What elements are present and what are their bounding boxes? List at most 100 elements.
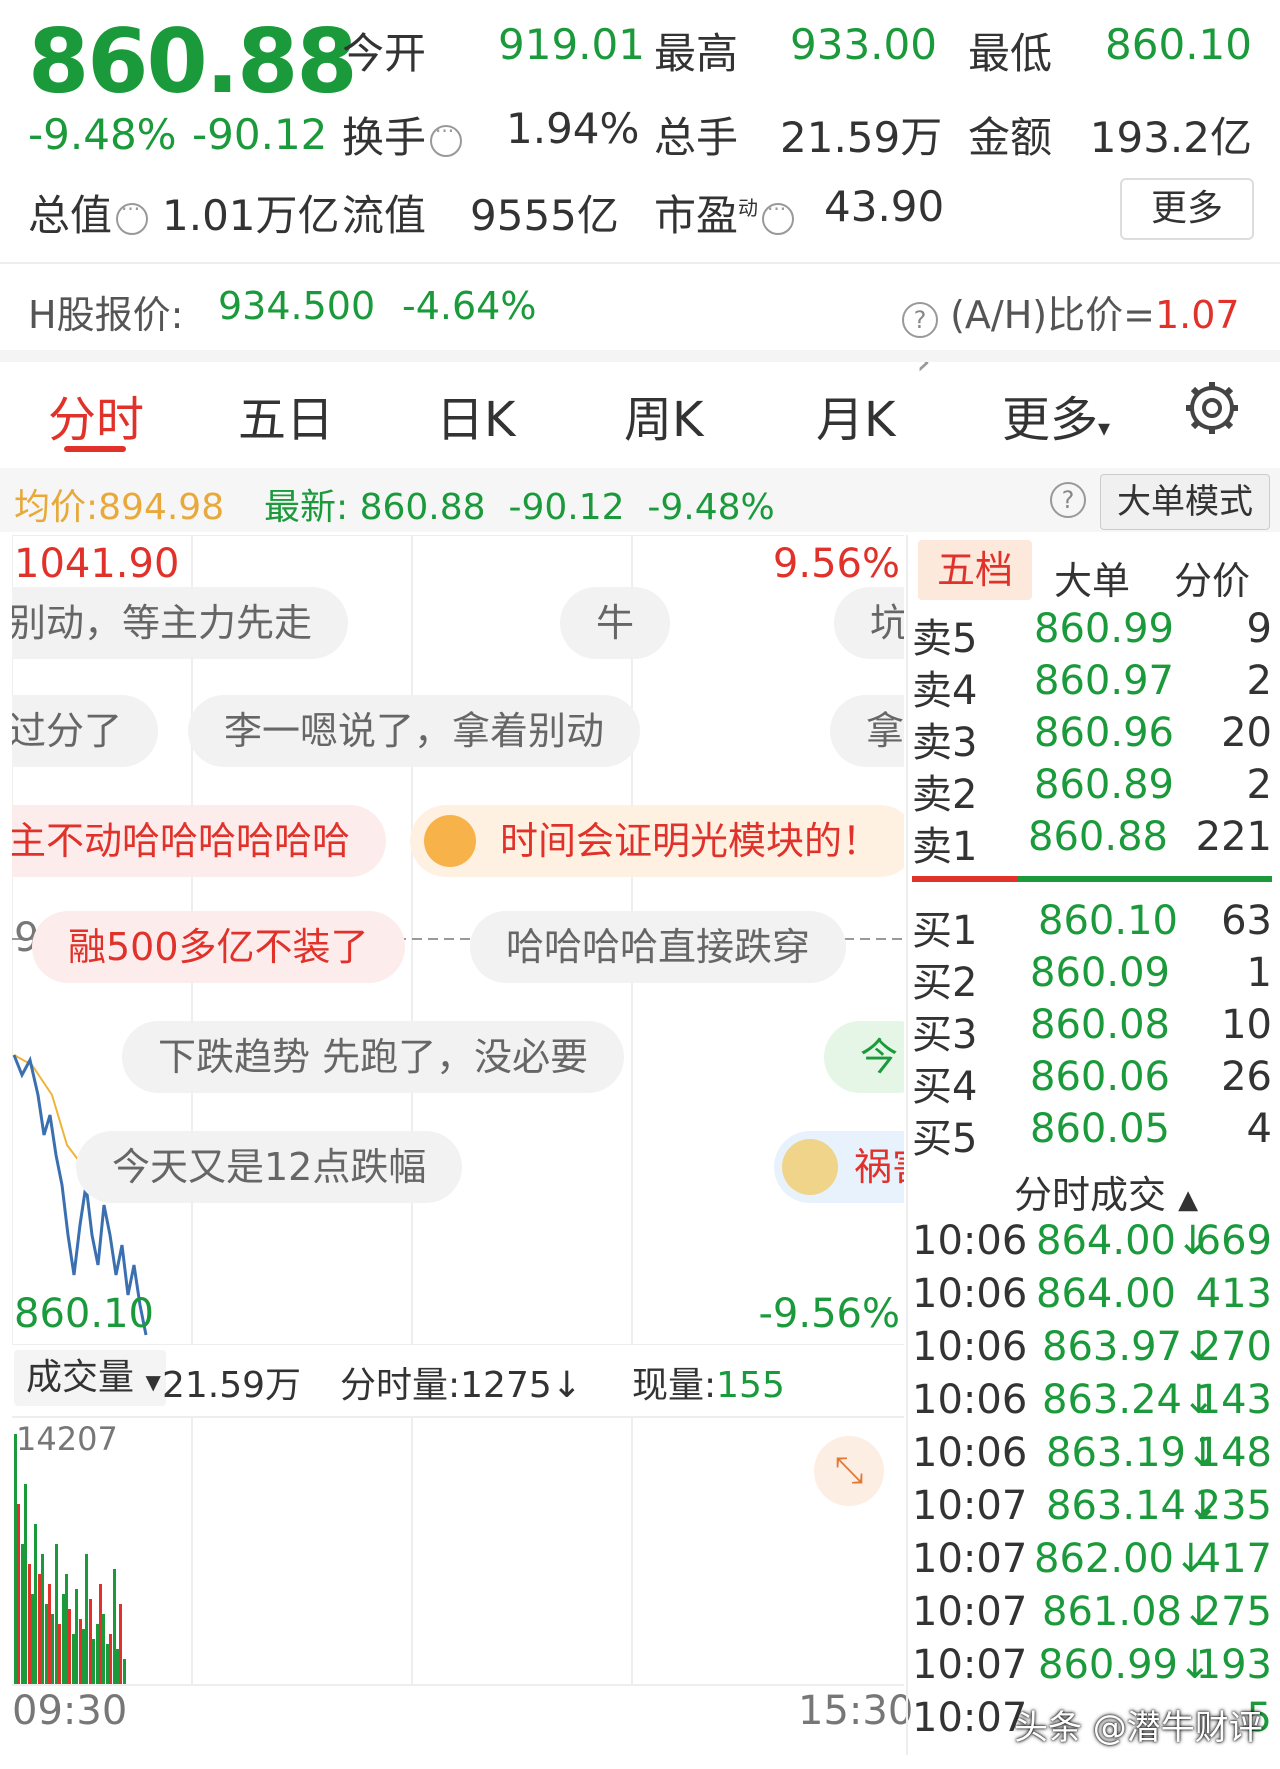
expand-icon[interactable]: ⤡ — [814, 1436, 884, 1506]
low-label: 最低 — [968, 29, 1053, 78]
amount-value: 193.2亿 — [1089, 113, 1252, 162]
volume-total: 21.59万 — [162, 1365, 302, 1406]
info-dots-icon[interactable] — [116, 197, 149, 235]
trade-row: 10:07 861.08↓ 275 — [912, 1589, 1272, 1635]
avatar-icon — [424, 815, 476, 867]
comment-bubble[interactable]: 拿 — [830, 695, 904, 767]
help-icon[interactable]: ? — [902, 302, 938, 338]
ratio-bar-buy — [1018, 876, 1272, 882]
ask-row[interactable]: 卖4 860.97 2 — [912, 658, 1272, 714]
panel-divider — [906, 535, 908, 1755]
divider — [0, 262, 1280, 264]
comment-bubble[interactable]: 主不动哈哈哈哈哈哈 — [12, 805, 387, 877]
caret-up-icon: ▲ — [1178, 1185, 1199, 1215]
tab-weekly-k[interactable]: 周K — [624, 380, 703, 450]
trades-title[interactable]: 分时成交 ▲ — [1014, 1164, 1198, 1219]
comment-bubble[interactable]: 牛 — [560, 587, 671, 659]
volume-label: 总手 — [654, 113, 739, 162]
comment-bubble[interactable]: 下跌趋势 先跑了，没必要 — [122, 1021, 625, 1093]
current-price: 860.88 — [28, 10, 358, 113]
chart-min-price: 860.10 — [14, 1291, 154, 1337]
comment-bubble[interactable]: 今天又是12点跌幅 — [76, 1131, 463, 1203]
ah-ratio[interactable]: ? (A/H)比价=1.07 › — [902, 284, 1280, 383]
pe-label[interactable]: 市盈动 — [654, 182, 795, 243]
comment-layer: 别动，等主力先走 牛 坑 过分了 李一嗯说了，拿着别动 拿 主不动哈哈哈哈哈哈 … — [12, 535, 904, 1295]
big-order-mode-button[interactable]: 大单模式 — [1100, 474, 1270, 530]
intraday-chart[interactable]: 1041.90 9.56% 951.00 860.10 -9.56% 别动，等主… — [12, 535, 904, 1345]
last-price: 最新: 860.88 -90.12 -9.48% — [264, 487, 775, 528]
comment-bubble[interactable]: 祸害 — [774, 1131, 904, 1203]
ask-row[interactable]: 卖2 860.89 2 — [912, 762, 1272, 818]
float-label: 流值 — [342, 191, 427, 240]
volume-selector[interactable]: 成交量 ▼ — [14, 1350, 166, 1406]
avatar-icon — [782, 1139, 838, 1195]
ratio-bar-sell — [912, 876, 1018, 882]
float-value: 9555亿 — [470, 191, 619, 240]
ask-row[interactable]: 卖1 860.88 221 — [912, 814, 1272, 870]
low-value: 860.10 — [1105, 20, 1252, 69]
bid-row[interactable]: 买4 860.06 26 — [912, 1054, 1272, 1110]
turnover-label[interactable]: 换手 — [342, 104, 463, 165]
trade-row: 10:06 864.00↓ 669 — [912, 1218, 1272, 1264]
volume-bar — [122, 1659, 126, 1684]
open-value: 919.01 — [498, 20, 645, 69]
trade-row: 10:06 863.24↓ 143 — [912, 1377, 1272, 1423]
ask-row[interactable]: 卖3 860.96 20 — [912, 710, 1272, 766]
chart-min-pct: -9.56% — [758, 1291, 900, 1337]
watermark: 头条 @潜牛财评 — [1014, 1708, 1263, 1748]
tab-five-levels[interactable]: 五档 — [918, 540, 1032, 600]
turnover-value: 1.94% — [506, 104, 640, 153]
bid-row[interactable]: 买2 860.09 1 — [912, 950, 1272, 1006]
comment-bubble[interactable]: 时间会证明光模块的！ — [410, 805, 904, 877]
high-value: 933.00 — [790, 20, 937, 69]
time-end: 15:30 — [798, 1688, 914, 1734]
info-dots-icon[interactable] — [762, 197, 795, 235]
trade-row: 10:07 863.14↓ 235 — [912, 1483, 1272, 1529]
tab-monthly-k[interactable]: 月K — [816, 380, 895, 450]
tab-big-orders[interactable]: 大单 — [1054, 550, 1130, 605]
comment-bubble[interactable]: 坑 — [834, 587, 904, 659]
ask-row[interactable]: 卖5 860.99 9 — [912, 606, 1272, 662]
bid-row[interactable]: 买5 860.05 4 — [912, 1106, 1272, 1162]
info-dots-icon[interactable] — [430, 119, 463, 157]
comment-bubble[interactable]: 别动，等主力先走 — [12, 587, 349, 659]
pe-sup: 动 — [738, 196, 759, 220]
divider — [0, 350, 1280, 362]
avg-price: 均价:894.98 — [14, 487, 225, 528]
pe-value: 43.90 — [824, 182, 945, 231]
bid-row[interactable]: 买1 860.10 63 — [912, 898, 1272, 954]
high-label: 最高 — [654, 29, 739, 78]
gear-icon[interactable] — [1182, 378, 1242, 442]
tab-price-dist[interactable]: 分价 — [1174, 550, 1250, 605]
tab-intraday[interactable]: 分时 — [48, 380, 144, 450]
abs-change: -90.12 — [192, 110, 328, 159]
tab-five-day[interactable]: 五日 — [238, 380, 334, 450]
trade-row: 10:06 864.00 413 — [912, 1271, 1272, 1317]
trade-row: 10:06 863.19↓ 148 — [912, 1430, 1272, 1476]
minute-volume: 分时量:1275↓ — [340, 1365, 582, 1406]
caret-down-icon: ▼ — [145, 1370, 161, 1394]
open-label: 今开 — [342, 29, 427, 78]
comment-bubble[interactable]: 过分了 — [12, 695, 159, 767]
comment-bubble[interactable]: 李一嗯说了，拿着别动 — [188, 695, 641, 767]
tab-daily-k[interactable]: 日K — [436, 380, 515, 450]
trade-row: 10:07 862.00↓ 417 — [912, 1536, 1272, 1582]
volume-value: 21.59万 — [780, 113, 943, 162]
more-button[interactable]: 更多 — [1120, 178, 1254, 240]
tab-more[interactable]: 更多▾ — [1002, 380, 1110, 450]
comment-bubble[interactable]: 融500多亿不装了 — [32, 911, 405, 983]
bid-row[interactable]: 买3 860.08 10 — [912, 1002, 1272, 1058]
pct-change: -9.48% — [28, 110, 177, 159]
comment-bubble[interactable]: 哈哈哈哈直接跌穿 — [470, 911, 847, 983]
help-icon[interactable]: ? — [1050, 482, 1086, 518]
mcap-label[interactable]: 总值 — [28, 182, 149, 243]
hshare-price: 934.500 — [218, 284, 376, 328]
amount-label: 金额 — [968, 113, 1053, 162]
time-start: 09:30 — [12, 1688, 128, 1734]
caret-down-icon: ▾ — [1098, 414, 1111, 442]
now-volume: 现量:155 — [632, 1365, 785, 1406]
comment-bubble[interactable]: 今 — [824, 1021, 904, 1093]
volume-chart: 14207 ⤡ — [12, 1416, 904, 1686]
trade-row: 10:07 860.99↓ 193 — [912, 1642, 1272, 1688]
mcap-value: 1.01万亿 — [162, 191, 340, 240]
